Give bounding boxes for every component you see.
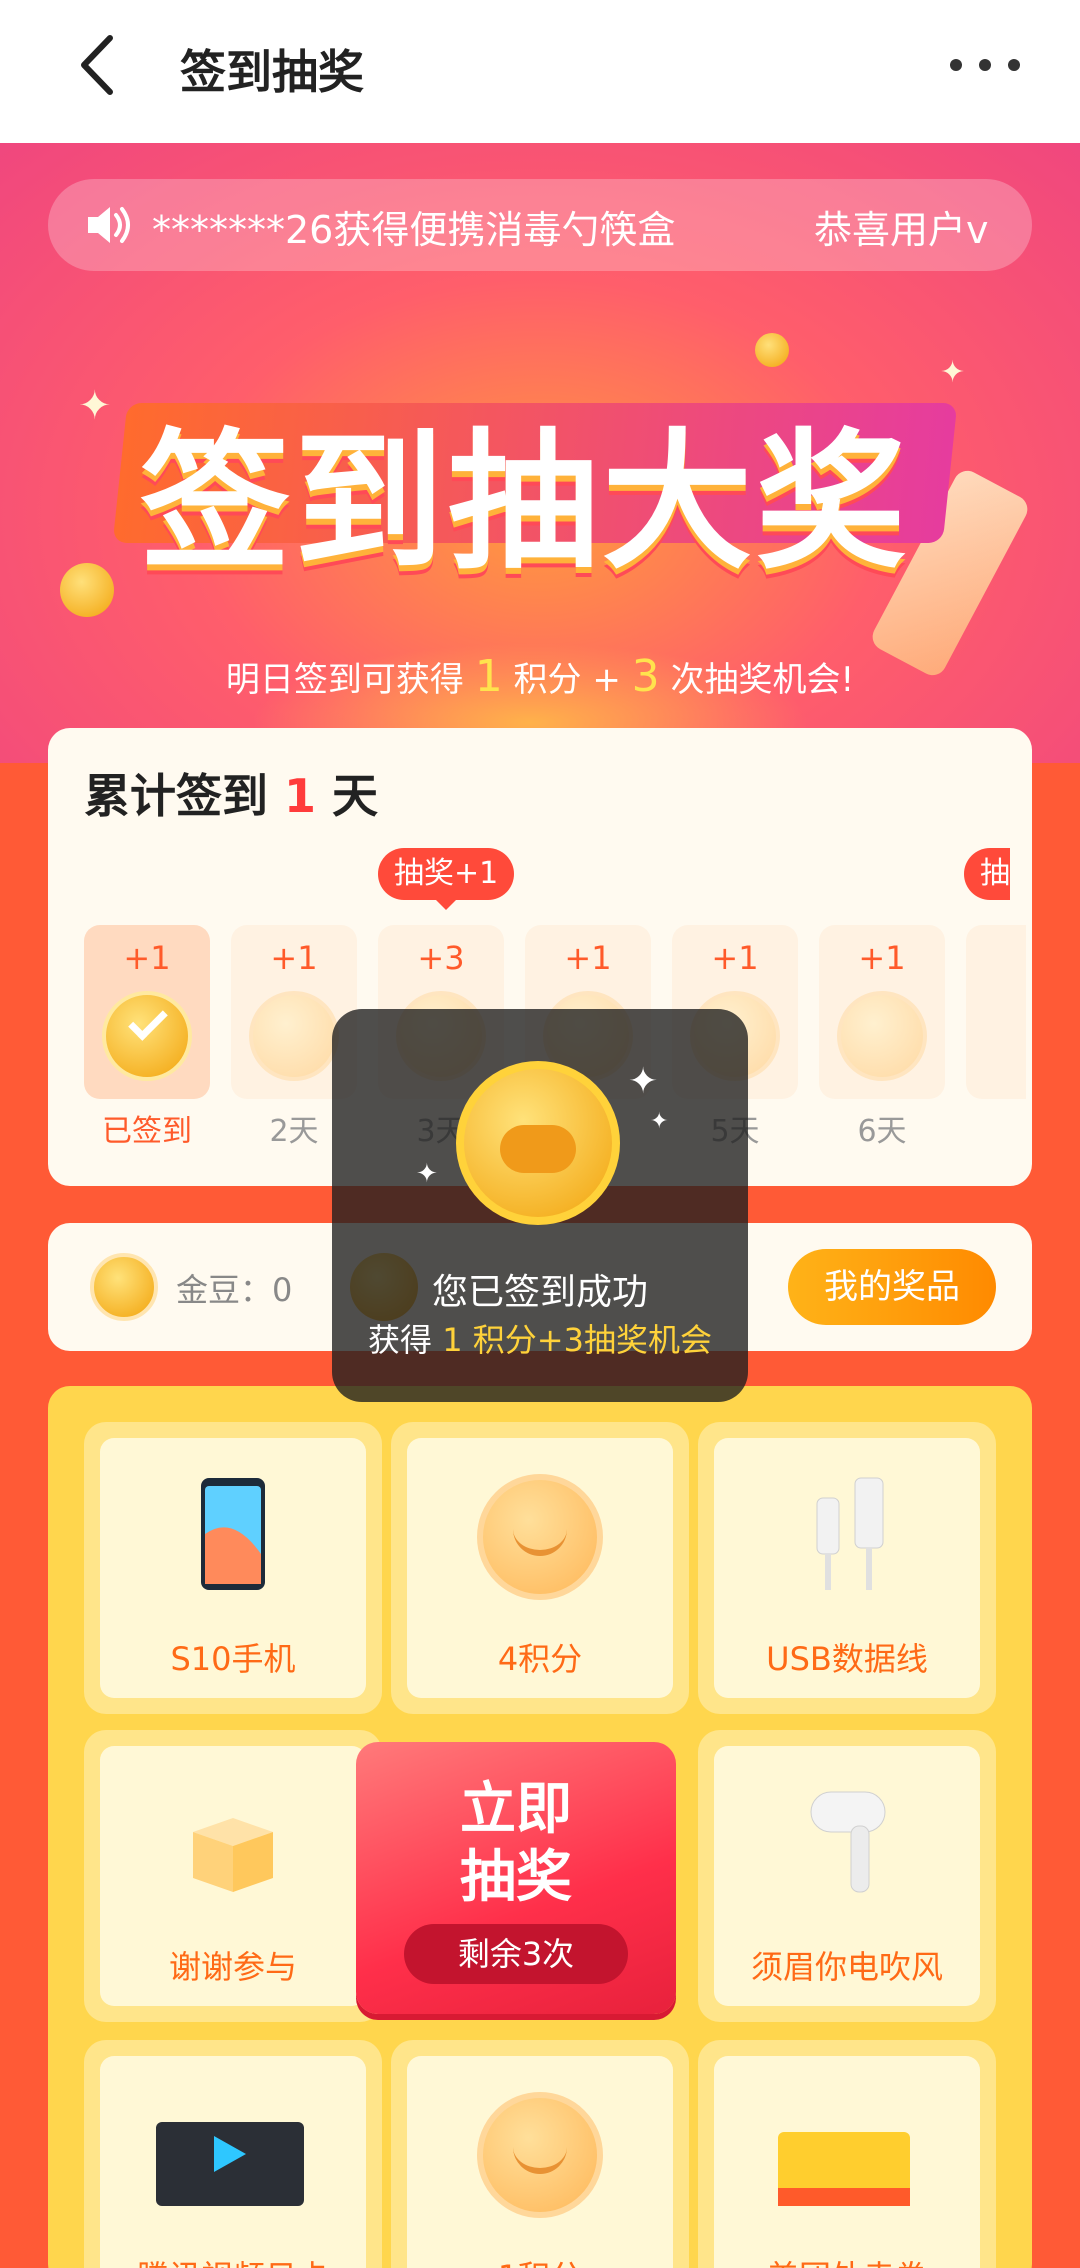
coin-icon (456, 1061, 620, 1225)
toast-detail: 获得 1 积分+3抽奖机会 (368, 1321, 712, 1359)
gold-bean-icon (90, 1253, 158, 1321)
coin-icon (837, 991, 927, 1081)
ticker-message: *******26获得便携消毒勺筷盒 (152, 208, 676, 252)
prize-label: 4积分 (497, 1640, 583, 1678)
prize-label: 美团外卖券 (714, 2252, 980, 2268)
lottery-bonus-tag: 抽奖+1 (378, 848, 515, 910)
coin-icon (477, 1474, 603, 1600)
prize-cell: 4积分 (391, 1422, 689, 1714)
sparkle-icon: ✦ (416, 1159, 438, 1189)
gift-box-icon (193, 1818, 273, 1892)
signin-total: 累计签到 1 天 (84, 769, 379, 823)
hair-dryer-icon (810, 1791, 886, 1893)
prize-label: 腾讯视频日卡 (100, 2252, 366, 2268)
more-dots-icon[interactable] (950, 50, 1020, 80)
coin-decoration (60, 563, 114, 617)
hero-banner: *******26获得便携消毒勺筷盒 恭喜用户v ✦ ✦ 签到抽大奖 明日签到可… (0, 143, 1080, 763)
remaining-chances: 剩余3次 (404, 1924, 628, 1984)
usb-cable-icon (816, 1477, 884, 1590)
prize-cell: 1积分 (391, 2040, 689, 2268)
prize-cell: 谢谢参与 (84, 1730, 382, 2022)
signin-day-7 (966, 925, 1026, 1099)
sparkle-icon: ✦ (628, 1061, 659, 1102)
toast-title: 您已签到成功 (431, 1272, 648, 1313)
prize-cell: 美团外卖券 (698, 2040, 996, 2268)
prize-label: 须眉你电吹风 (750, 1948, 943, 1986)
chevron-left-icon[interactable] (70, 30, 130, 100)
app-header: 签到抽奖 (0, 0, 1080, 143)
page-title: 签到抽奖 (180, 45, 364, 99)
banner-title: 签到抽大奖 (110, 373, 960, 590)
prize-label: USB数据线 (766, 1640, 928, 1678)
speaker-icon (88, 207, 130, 243)
prize-label: 谢谢参与 (168, 1948, 297, 1986)
coin-icon (249, 991, 339, 1081)
coin-icon (477, 2092, 603, 2218)
phone-icon (201, 1478, 265, 1590)
signin-day-6: +1 (819, 925, 945, 1099)
signin-success-toast: ✦ ✦ ✦ 您已签到成功 获得 1 积分+3抽奖机会 (332, 1009, 748, 1402)
signin-day-label: 6天 (857, 1114, 907, 1149)
signin-day-label: 已签到 (102, 1114, 192, 1149)
prize-cell: 腾讯视频日卡 (84, 2040, 382, 2268)
video-card-icon (156, 2122, 304, 2206)
prize-label: S10手机 (170, 1640, 296, 1678)
prize-label: 1积分 (407, 2252, 673, 2268)
prize-cell: 须眉你电吹风 (698, 1730, 996, 2022)
sparkle-icon: ✦ (78, 383, 112, 429)
check-coin-icon (102, 991, 192, 1081)
ticker-message-next: 恭喜用户v (814, 208, 989, 252)
coin-decoration (755, 333, 789, 367)
bean-balance: 金豆：0 (176, 1271, 293, 1309)
next-day-reward: 明日签到可获得 1 积分 + 3 次抽奖机会! (225, 651, 855, 702)
lottery-bonus-tag: 抽 (964, 848, 1010, 900)
coupon-icon (778, 2132, 910, 2206)
prize-cell: USB数据线 (698, 1422, 996, 1714)
winner-ticker: *******26获得便携消毒勺筷盒 恭喜用户v (48, 179, 1032, 271)
prize-cell: S10手机 (84, 1422, 382, 1714)
my-prizes-button[interactable]: 我的奖品 (788, 1249, 996, 1325)
sparkle-icon: ✦ (650, 1109, 669, 1134)
draw-now-button[interactable]: 立即 抽奖 剩余3次 (356, 1742, 676, 2014)
signin-day-1: +1 (84, 925, 210, 1099)
